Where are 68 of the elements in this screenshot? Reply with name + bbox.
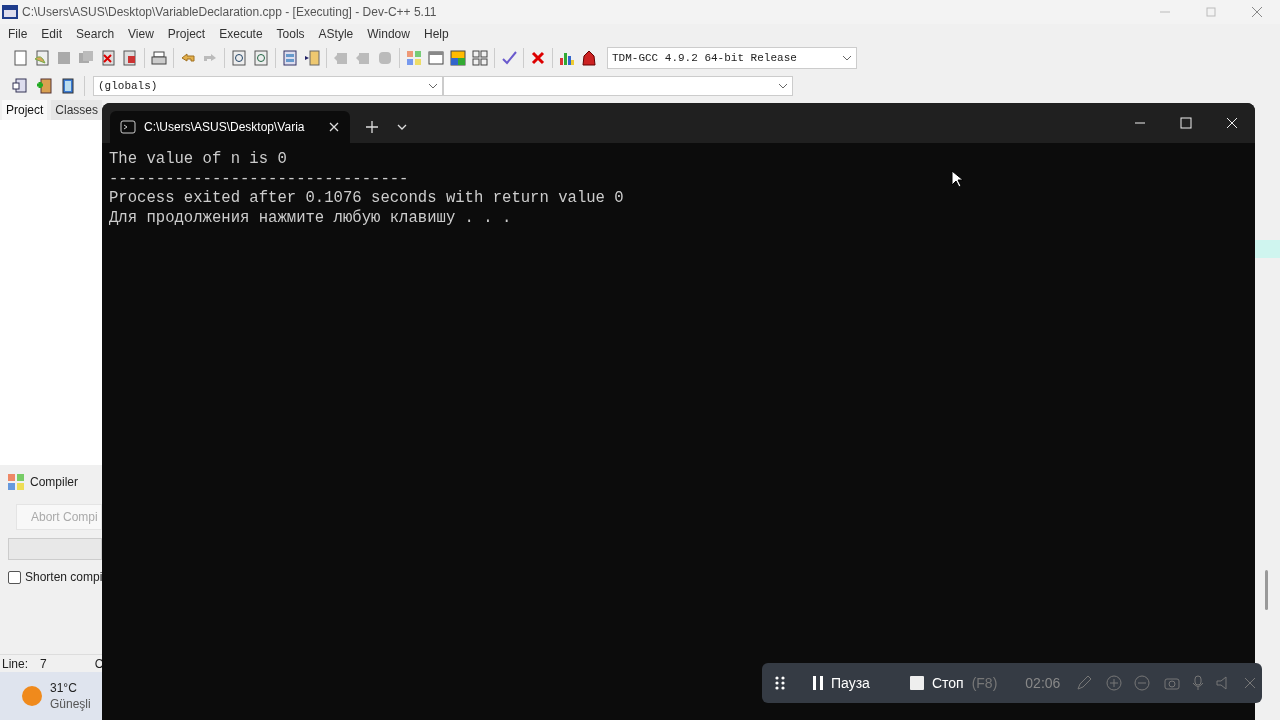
checkbox[interactable] bbox=[8, 570, 21, 584]
window-title: C:\Users\ASUS\Desktop\VariableDeclaration.cpp - [Executing] - Dev-C++ 5.11 bbox=[22, 4, 437, 21]
menu-item[interactable]: Help bbox=[409, 25, 449, 43]
window-icon[interactable] bbox=[428, 50, 444, 66]
find-icon[interactable] bbox=[231, 50, 247, 66]
menu-item[interactable]: Tools bbox=[262, 25, 305, 43]
stop-icon[interactable] bbox=[909, 676, 924, 690]
book-icon[interactable] bbox=[60, 78, 76, 94]
temperature: 31°C bbox=[50, 680, 78, 696]
terminal-tab[interactable]: C:\Users\ASUS\Desktop\Varia bbox=[110, 111, 350, 143]
terminal-icon[interactable] bbox=[120, 119, 136, 135]
four-squares-icon[interactable] bbox=[472, 50, 488, 66]
pencil-icon[interactable] bbox=[1076, 675, 1093, 691]
menu-item[interactable]: Edit bbox=[27, 25, 63, 43]
tiles-icon[interactable] bbox=[450, 50, 466, 66]
grid-icon[interactable] bbox=[8, 474, 24, 490]
chevron-icon[interactable] bbox=[842, 55, 852, 61]
grid-icon[interactable] bbox=[406, 50, 422, 66]
close-file-icon[interactable] bbox=[100, 50, 116, 66]
printer-icon[interactable] bbox=[151, 50, 167, 66]
menu-item[interactable]: View bbox=[114, 25, 154, 43]
open-document-icon[interactable] bbox=[34, 50, 50, 66]
menu-item[interactable]: AStyle bbox=[304, 25, 354, 43]
cross-icon[interactable] bbox=[530, 50, 546, 66]
line-highlight bbox=[1255, 240, 1280, 258]
recording-time: 02:06 bbox=[1025, 673, 1061, 693]
zoom-in-icon[interactable] bbox=[1106, 675, 1123, 691]
status-label: Line: bbox=[1, 655, 29, 673]
panel-tab[interactable]: Classes bbox=[51, 100, 103, 120]
check-icon[interactable] bbox=[501, 50, 517, 66]
list-icon[interactable] bbox=[282, 50, 298, 66]
weather-text: Güneşli bbox=[50, 696, 91, 712]
chevron-icon[interactable] bbox=[428, 83, 438, 89]
microphone-icon[interactable] bbox=[1192, 675, 1205, 691]
add-file-icon[interactable] bbox=[36, 78, 52, 94]
pause-button[interactable]: Пауза bbox=[813, 672, 870, 694]
chevron-icon[interactable] bbox=[778, 83, 788, 89]
console-line: -------------------------------- bbox=[109, 169, 409, 189]
menu-item[interactable]: Project bbox=[153, 25, 206, 43]
document-icon[interactable] bbox=[12, 50, 28, 66]
indent-icon[interactable] bbox=[304, 50, 320, 66]
new-tab-icon[interactable] bbox=[364, 119, 380, 135]
pause-icon[interactable] bbox=[813, 676, 823, 690]
camera-icon[interactable] bbox=[1164, 675, 1181, 691]
close-all-icon[interactable] bbox=[122, 50, 138, 66]
menu-item[interactable]: Execute bbox=[205, 25, 263, 43]
scope-dropdown[interactable]: (globals) bbox=[93, 76, 443, 96]
drag-handle-icon[interactable] bbox=[775, 676, 785, 690]
status-value: 7 bbox=[39, 655, 47, 673]
copy-icon[interactable] bbox=[12, 78, 28, 94]
compiler-dropdown[interactable]: TDM-GCC 4.9.2 64-bit Release bbox=[607, 47, 857, 69]
menu-item[interactable]: Search bbox=[62, 25, 115, 43]
scrollbar[interactable] bbox=[1265, 570, 1268, 610]
replace-icon[interactable] bbox=[253, 50, 269, 66]
chart-icon[interactable] bbox=[559, 50, 575, 66]
console-line: Для продолжения нажмите любую клавишу . . . bbox=[109, 208, 512, 228]
cursor-icon[interactable] bbox=[951, 170, 963, 188]
compiler-tab[interactable]: Compiler bbox=[30, 473, 78, 491]
menu-item[interactable]: File bbox=[0, 25, 28, 43]
console-line: Process exited after 0.1076 seconds with return value 0 bbox=[109, 189, 624, 209]
panel-tab[interactable]: Project bbox=[2, 100, 48, 120]
status-text: C bbox=[93, 655, 104, 673]
checkbox-label: Shorten compi bbox=[25, 569, 103, 586]
zoom-out-icon[interactable] bbox=[1134, 675, 1151, 691]
menu-item[interactable]: Window bbox=[353, 25, 410, 43]
stop-button[interactable]: Стоп (F8) bbox=[909, 672, 998, 694]
app-icon bbox=[2, 4, 18, 20]
console-line: The value of n is 0 bbox=[109, 150, 287, 170]
